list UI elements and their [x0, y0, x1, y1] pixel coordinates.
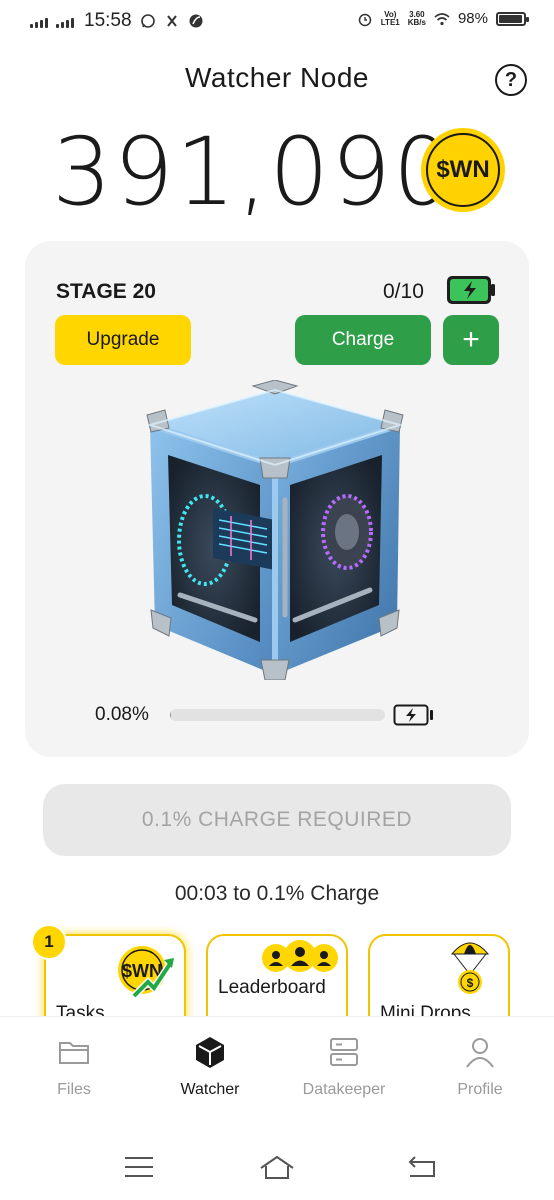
tasks-badge: 1 — [31, 924, 67, 960]
balance-amount: 391,090 — [52, 118, 455, 227]
wn-coin-icon: $WN — [421, 128, 505, 212]
signal-icon — [56, 14, 74, 28]
charge-progress-bar — [170, 709, 385, 721]
nav-watcher[interactable]: Watcher — [150, 1035, 270, 1099]
charge-timer: 00:03 to 0.1% Charge — [174, 882, 380, 905]
status-bar: 15:58 Vo) LTE1 3.60 KB/s 98% — [0, 0, 554, 44]
upgrade-button[interactable]: Upgrade — [55, 315, 191, 365]
svg-text:$WN: $WN — [122, 961, 162, 981]
battery-outline-icon — [393, 704, 433, 726]
charge-button[interactable]: Charge — [295, 315, 431, 365]
battery-charging-icon — [447, 276, 495, 304]
group-users-icon — [262, 940, 338, 972]
status-time: 15:58 — [84, 10, 132, 31]
nav-profile-label: Profile — [457, 1081, 503, 1098]
alarm-icon — [358, 13, 372, 26]
status-left: 15:58 — [30, 10, 204, 32]
cube-icon — [196, 1037, 224, 1068]
volte-indicator: Vo) LTE1 — [380, 9, 400, 27]
parachute-coin-icon: $ — [450, 942, 490, 994]
question-circle-icon[interactable]: ? — [495, 64, 527, 96]
add-charge-button[interactable]: + — [443, 315, 499, 365]
folder-icon — [59, 1042, 89, 1064]
home-icon[interactable] — [257, 1154, 297, 1180]
nav-profile[interactable]: Profile — [420, 1035, 540, 1099]
whatsapp-icon — [140, 14, 155, 28]
network-speed: 3.60 KB/s — [407, 9, 426, 27]
charge-required-button[interactable]: 0.1% CHARGE REQUIRED — [43, 784, 511, 856]
svg-text:$: $ — [467, 976, 474, 990]
wifi-icon — [434, 12, 450, 25]
charge-percent-label: 0.08% — [95, 704, 149, 725]
system-nav-bar — [0, 1120, 554, 1200]
battery-icon — [496, 11, 529, 26]
help-label: ? — [504, 68, 518, 91]
back-icon[interactable] — [402, 1154, 442, 1180]
mini-drops-label: Mini Drops — [380, 1003, 471, 1016]
tasks-label: Tasks — [56, 1003, 105, 1016]
battery-percent: 98% — [457, 10, 488, 27]
menu-icon[interactable] — [119, 1154, 159, 1180]
signal-icon — [30, 14, 48, 28]
server-icon — [330, 1038, 358, 1066]
app-notification-icon — [166, 15, 177, 27]
leaderboard-tile[interactable]: Leaderboard — [206, 934, 348, 1016]
nav-datakeeper-label: Datakeeper — [302, 1081, 386, 1098]
user-icon — [466, 1038, 494, 1068]
status-right: Vo) LTE1 3.60 KB/s 98% — [357, 9, 529, 27]
battery-level — [499, 14, 523, 23]
leaf-icon — [189, 14, 203, 28]
stage-label: STAGE 20 — [56, 280, 156, 303]
bottom-nav: Files Watcher Datakeeper Profile — [0, 1016, 554, 1120]
watcher-node-cube-image — [146, 380, 404, 680]
page-title: Watcher Node — [185, 62, 369, 93]
nav-watcher-label: Watcher — [180, 1081, 240, 1098]
coin-label: $WN — [436, 156, 490, 183]
mini-drops-tile[interactable]: $ Mini Drops — [368, 934, 510, 1016]
nav-datakeeper[interactable]: Datakeeper — [284, 1035, 404, 1099]
charge-count: 0/10 — [383, 280, 424, 303]
leaderboard-label: Leaderboard — [218, 977, 326, 998]
wn-coin-growth-icon: $WN — [118, 946, 174, 999]
nav-files-label: Files — [57, 1081, 91, 1098]
nav-files[interactable]: Files — [14, 1035, 134, 1099]
feature-tiles: $WN Tasks Leaderboard $ Mini Drops — [0, 920, 554, 1016]
